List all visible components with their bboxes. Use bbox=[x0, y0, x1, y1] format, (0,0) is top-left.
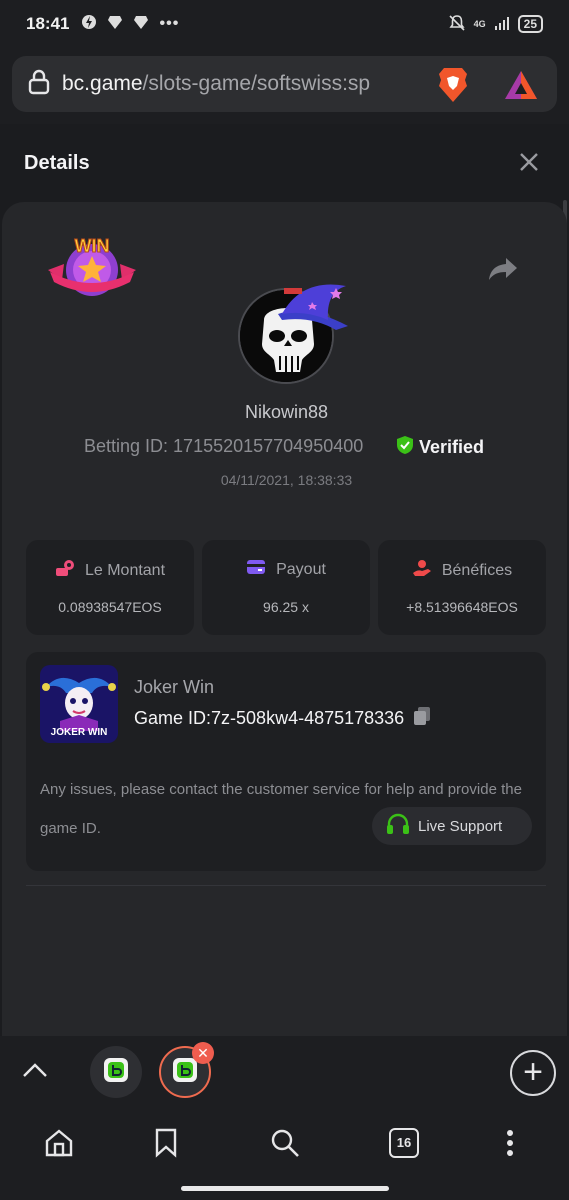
bookmark-icon[interactable] bbox=[154, 1128, 178, 1163]
profit-value: +8.51396648EOS bbox=[406, 599, 518, 615]
url-text[interactable]: bc.game/slots-game/softswiss:sp bbox=[62, 72, 422, 96]
url-path: /slots-game/softswiss:sp bbox=[142, 72, 371, 95]
more-notifications-icon: ••• bbox=[159, 15, 180, 32]
new-tab-button[interactable]: + bbox=[510, 1050, 556, 1096]
live-support-button[interactable]: Live Support bbox=[372, 807, 532, 845]
address-bar[interactable]: bc.game/slots-game/softswiss:sp bbox=[12, 56, 557, 112]
tab-count-button[interactable]: 16 bbox=[389, 1128, 419, 1158]
network-type: 4G bbox=[473, 19, 486, 29]
status-bar: 18:41 ••• 4G 25 bbox=[0, 0, 569, 48]
details-title: Details bbox=[24, 152, 90, 174]
tab-strip: ✕ + bbox=[0, 1036, 569, 1108]
chevron-up-icon[interactable] bbox=[22, 1062, 48, 1083]
verified-label: Verified bbox=[419, 437, 485, 457]
home-indicator[interactable] bbox=[181, 1186, 389, 1191]
divider bbox=[26, 885, 546, 886]
verified-badge: Verified bbox=[396, 435, 484, 460]
bat-rewards-icon[interactable] bbox=[504, 70, 538, 105]
more-menu-icon[interactable] bbox=[500, 1128, 520, 1163]
betting-id: Betting ID: 1715520157704950400 bbox=[84, 436, 364, 456]
verified-shield-icon bbox=[396, 435, 414, 460]
brave-notification-icon-2 bbox=[133, 14, 149, 35]
browser-bottom-nav: 16 bbox=[0, 1108, 569, 1200]
payout-stat: Payout 96.25 x bbox=[202, 540, 370, 635]
copy-icon[interactable] bbox=[412, 706, 432, 731]
amount-stat: Le Montant 0.08938547EOS bbox=[26, 540, 194, 635]
profit-stat: Bénéfices +8.51396648EOS bbox=[378, 540, 546, 635]
profit-icon bbox=[412, 559, 432, 582]
profit-label: Bénéfices bbox=[441, 561, 513, 579]
payout-value: 96.25 x bbox=[263, 599, 309, 615]
bc-game-favicon-icon bbox=[172, 1057, 198, 1088]
win-badge-icon: WIN bbox=[46, 232, 138, 307]
lock-icon[interactable] bbox=[28, 69, 50, 100]
bc-game-favicon-icon bbox=[103, 1057, 129, 1088]
close-tab-icon[interactable]: ✕ bbox=[192, 1042, 214, 1064]
share-icon[interactable] bbox=[488, 256, 518, 287]
notification-icons: ••• bbox=[81, 14, 179, 35]
game-name: Joker Win bbox=[134, 677, 215, 697]
bolt-notification-icon bbox=[81, 14, 97, 35]
amount-value: 0.08938547EOS bbox=[58, 599, 162, 615]
avatar bbox=[238, 284, 348, 388]
browser-toolbar: bc.game/slots-game/softswiss:sp bbox=[0, 48, 569, 124]
brave-notification-icon bbox=[107, 14, 123, 35]
game-id-value: 7z-508kw4-4875178336 bbox=[211, 708, 405, 728]
amount-label: Le Montant bbox=[84, 561, 166, 579]
bet-datetime: 04/11/2021, 18:38:33 bbox=[220, 472, 353, 488]
bet-details-card: WIN Nikowin88 Betting ID: 17155201577049… bbox=[2, 202, 567, 1036]
payout-card-icon bbox=[246, 559, 266, 580]
amount-icon bbox=[55, 559, 75, 582]
username: Nikowin88 bbox=[244, 402, 329, 422]
wizard-hat-icon bbox=[276, 274, 350, 339]
mute-icon bbox=[448, 14, 466, 35]
game-id-label: Game ID: bbox=[134, 708, 212, 728]
url-domain: bc.game bbox=[62, 72, 143, 95]
page-content: Details WIN Nikowin88 Betting ID: 171552… bbox=[0, 124, 569, 1036]
brave-shields-icon[interactable] bbox=[436, 66, 470, 109]
headset-icon bbox=[386, 813, 410, 839]
close-icon[interactable] bbox=[519, 152, 543, 176]
game-thumb-text: JOKER WIN bbox=[51, 727, 108, 738]
game-info-box: JOKER WIN Joker Win Game ID:7z-508kw4-48… bbox=[26, 652, 546, 871]
tab-bc-game-1[interactable] bbox=[90, 1046, 142, 1098]
search-icon[interactable] bbox=[270, 1128, 300, 1163]
home-icon[interactable] bbox=[44, 1128, 74, 1163]
signal-icon bbox=[494, 15, 510, 34]
game-id: Game ID:7z-508kw4-4875178336 bbox=[134, 706, 432, 731]
live-support-label: Live Support bbox=[418, 817, 503, 835]
game-thumbnail[interactable]: JOKER WIN bbox=[40, 665, 118, 743]
win-badge-text: WIN bbox=[75, 236, 110, 256]
payout-label: Payout bbox=[276, 560, 326, 578]
battery-indicator: 25 bbox=[517, 15, 543, 33]
status-time: 18:41 bbox=[26, 14, 70, 33]
